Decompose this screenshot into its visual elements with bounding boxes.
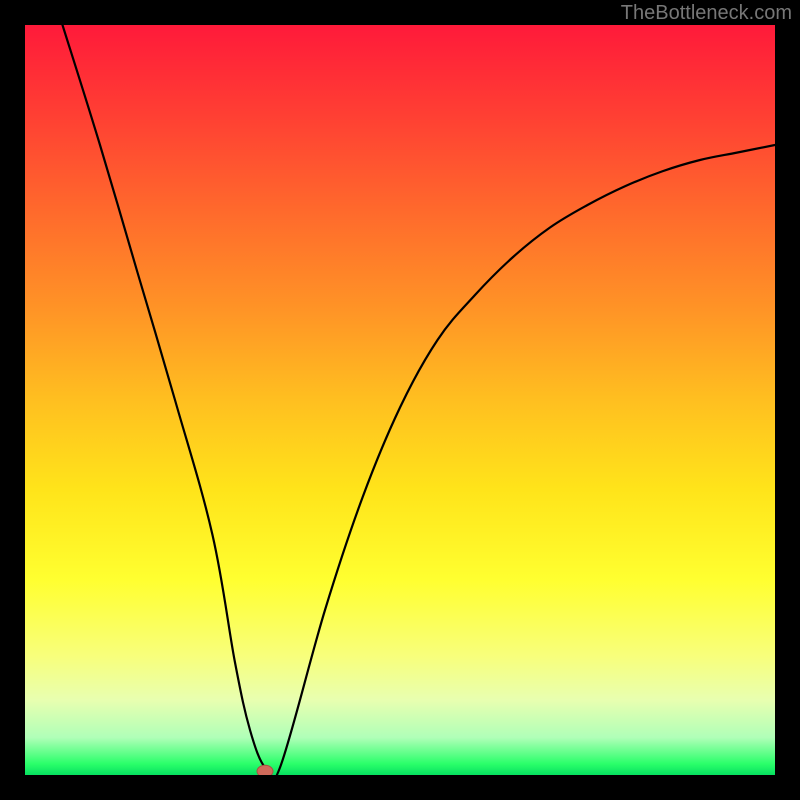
bottleneck-curve	[25, 25, 775, 775]
curve-path	[63, 25, 776, 775]
chart-plot-area	[25, 25, 775, 775]
chart-frame: TheBottleneck.com	[0, 0, 800, 800]
minimum-marker	[257, 765, 273, 775]
watermark-text: TheBottleneck.com	[621, 2, 792, 25]
